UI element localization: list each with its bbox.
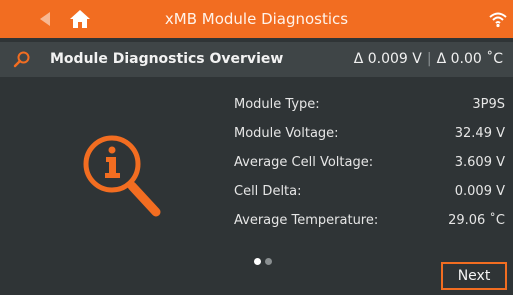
title-bar: xMB Module Diagnostics: [0, 0, 513, 38]
home-icon: [70, 10, 90, 28]
delta-temperature: Δ 0.00 ˚C: [436, 51, 503, 67]
delta-readout: Δ 0.009 V | Δ 0.00 ˚C: [354, 42, 503, 77]
wifi-icon: [489, 12, 507, 28]
row-value: 32.49 V: [454, 126, 505, 141]
page-dot-2[interactable]: [265, 258, 272, 265]
search-icon: [13, 51, 30, 68]
diagnostics-list: Module Type: 3P9S Module Voltage: 32.49 V …: [234, 90, 505, 235]
home-button[interactable]: [67, 7, 93, 31]
info-magnifier-icon: [83, 135, 161, 217]
row-label: Average Temperature:: [234, 213, 379, 228]
readout-separator: |: [426, 51, 432, 67]
list-item: Average Cell Voltage: 3.609 V: [234, 148, 505, 177]
next-button[interactable]: Next: [441, 262, 507, 290]
list-item: Average Temperature: 29.06 ˚C: [234, 206, 505, 235]
row-label: Module Type:: [234, 97, 320, 112]
overview-header: Module Diagnostics Overview Δ 0.009 V | Δ …: [0, 42, 513, 77]
back-button[interactable]: [34, 9, 56, 29]
list-item: Cell Delta: 0.009 V: [234, 177, 505, 206]
row-value: 29.06 ˚C: [448, 213, 505, 228]
list-item: Module Voltage: 32.49 V: [234, 119, 505, 148]
row-value: 0.009 V: [454, 184, 505, 199]
list-item: Module Type: 3P9S: [234, 90, 505, 119]
row-label: Cell Delta:: [234, 184, 302, 199]
row-label: Module Voltage:: [234, 126, 339, 141]
row-value: 3.609 V: [454, 155, 505, 170]
back-arrow-icon: [40, 12, 50, 26]
page-title: Module Diagnostics Overview: [50, 51, 284, 67]
delta-voltage: Δ 0.009 V: [353, 51, 422, 67]
row-value: 3P9S: [472, 97, 505, 112]
page-indicator: [254, 258, 272, 265]
row-label: Average Cell Voltage:: [234, 155, 374, 170]
page-dot-1[interactable]: [254, 258, 261, 265]
